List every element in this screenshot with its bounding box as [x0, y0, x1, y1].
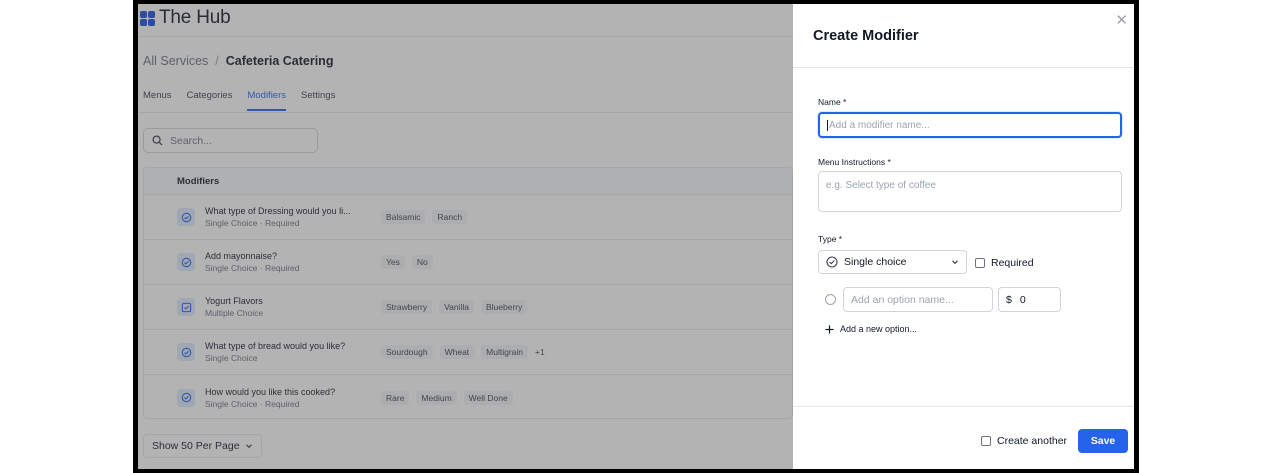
- app-window: The Hub All Services / Cafeteria Caterin…: [138, 4, 1134, 469]
- create-modifier-drawer: ✕ Create Modifier Name * Add a modifier …: [793, 4, 1134, 469]
- add-option-button[interactable]: Add a new option...: [825, 324, 917, 334]
- chevron-down-icon: [952, 260, 958, 265]
- close-icon[interactable]: ✕: [1115, 13, 1128, 28]
- required-checkbox[interactable]: Required: [975, 257, 1034, 269]
- screen-frame: The Hub All Services / Cafeteria Caterin…: [133, 0, 1139, 473]
- add-option-label: Add a new option...: [840, 324, 918, 334]
- create-another-checkbox[interactable]: Create another: [981, 435, 1067, 447]
- drawer-header-divider: [793, 67, 1134, 68]
- option-price-field[interactable]: $ 0: [998, 287, 1061, 312]
- radio-check-icon: [826, 256, 838, 268]
- drawer-footer-divider: [793, 406, 1134, 407]
- save-button[interactable]: Save: [1078, 429, 1128, 453]
- plus-icon: [825, 324, 834, 334]
- required-label: Required: [991, 257, 1034, 269]
- option-default-radio[interactable]: [825, 294, 836, 305]
- type-select[interactable]: Single choice: [818, 250, 967, 274]
- modal-backdrop[interactable]: [138, 4, 793, 469]
- text-caret: [827, 119, 828, 131]
- checkbox-icon: [981, 436, 991, 446]
- name-label: Name *: [818, 97, 847, 107]
- checkbox-icon: [975, 258, 985, 268]
- type-select-value: Single choice: [844, 256, 907, 268]
- drawer-title: Create Modifier: [813, 28, 919, 44]
- menu-instructions-field[interactable]: e.g. Select type of coffee: [818, 171, 1122, 212]
- name-field[interactable]: Add a modifier name...: [818, 112, 1122, 138]
- type-label: Type *: [818, 234, 843, 244]
- option-name-placeholder: Add an option name...: [851, 293, 954, 306]
- currency-symbol: $: [1006, 293, 1012, 306]
- create-another-label: Create another: [997, 435, 1068, 447]
- price-value: 0: [1019, 293, 1026, 306]
- menu-instructions-label: Menu Instructions *: [818, 157, 891, 167]
- name-placeholder: Add a modifier name...: [829, 119, 930, 131]
- option-name-field[interactable]: Add an option name...: [843, 287, 993, 312]
- instructions-placeholder: e.g. Select type of coffee: [826, 180, 936, 191]
